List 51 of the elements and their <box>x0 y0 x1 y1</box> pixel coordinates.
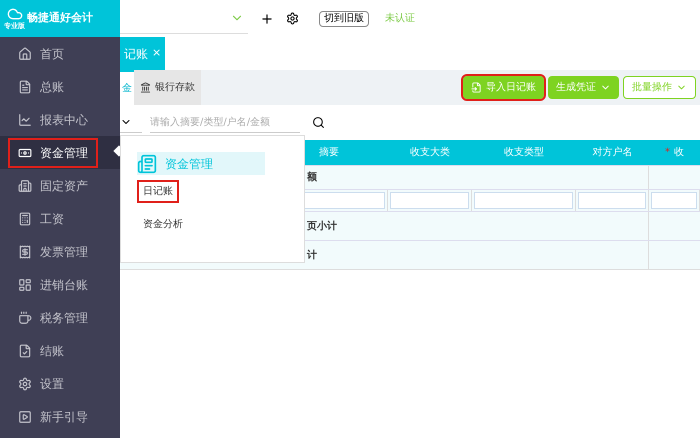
sidebar-item[interactable]: 新手引导 <box>0 400 120 433</box>
required-mark: * <box>665 146 670 160</box>
sidebar-item[interactable]: 总账 <box>0 70 120 103</box>
table-cell: 额 <box>307 170 317 185</box>
sidebar-item[interactable]: 发票管理 <box>0 235 120 268</box>
sidebar-item[interactable]: 资金管理 <box>0 136 120 169</box>
logo-name: 畅捷通好会计 <box>27 10 93 26</box>
filter-input[interactable] <box>651 192 697 209</box>
receipt-icon <box>18 244 32 258</box>
account-tab[interactable]: 银行存款 <box>134 70 201 105</box>
sidebar-item[interactable]: 首页 <box>0 37 120 70</box>
cup-icon <box>18 310 32 324</box>
column-header: 收支大类 <box>410 146 450 160</box>
switch-version-button[interactable]: 切到旧版 <box>319 10 369 26</box>
line-chart-icon <box>18 112 32 126</box>
column-header: 对方户名 <box>592 146 632 160</box>
submenu-item[interactable]: 资金分析 <box>137 213 189 236</box>
filter-input[interactable] <box>474 192 573 209</box>
sidebar-item[interactable]: 结账 <box>0 334 120 367</box>
search-icon[interactable] <box>312 116 325 129</box>
search-field[interactable]: 请输入摘要/类型/户名/金额 <box>150 112 300 132</box>
settings-icon[interactable] <box>286 12 299 25</box>
auth-status: 未认证 <box>385 12 415 26</box>
sidebar-item[interactable]: 固定资产 <box>0 169 120 202</box>
column-header: 收 <box>674 146 684 160</box>
cloud-logo-icon <box>6 6 22 22</box>
document-icon <box>18 80 32 94</box>
calculator-icon <box>18 212 32 226</box>
dashboard-icon <box>18 278 32 292</box>
add-icon[interactable] <box>260 12 274 26</box>
home-icon <box>18 46 32 60</box>
column-header: 收支类型 <box>504 146 544 160</box>
filter-input[interactable] <box>578 192 646 209</box>
document-icon <box>137 154 157 174</box>
table-cell-text: 计 <box>307 248 317 262</box>
bank-icon <box>140 82 151 93</box>
submenu-header: 资金管理 <box>137 152 265 175</box>
building-icon <box>18 178 32 192</box>
sidebar-item[interactable]: 工资 <box>0 202 120 235</box>
sidebar-item[interactable]: 设置 <box>0 367 120 400</box>
table-cell-text: 页小计 <box>307 220 337 234</box>
sidebar-item[interactable]: 进销台账 <box>0 268 120 301</box>
filter-input[interactable] <box>390 192 469 209</box>
play-icon <box>18 410 32 424</box>
column-header: 摘要 <box>319 146 339 160</box>
settings-icon <box>18 376 32 390</box>
submenu-item[interactable]: 日记账 <box>137 180 179 203</box>
import-file-icon <box>471 82 482 93</box>
sidebar-item[interactable]: 报表中心 <box>0 103 120 136</box>
file-check-icon <box>18 344 32 358</box>
sidebar-item[interactable]: 税务管理 <box>0 301 120 334</box>
